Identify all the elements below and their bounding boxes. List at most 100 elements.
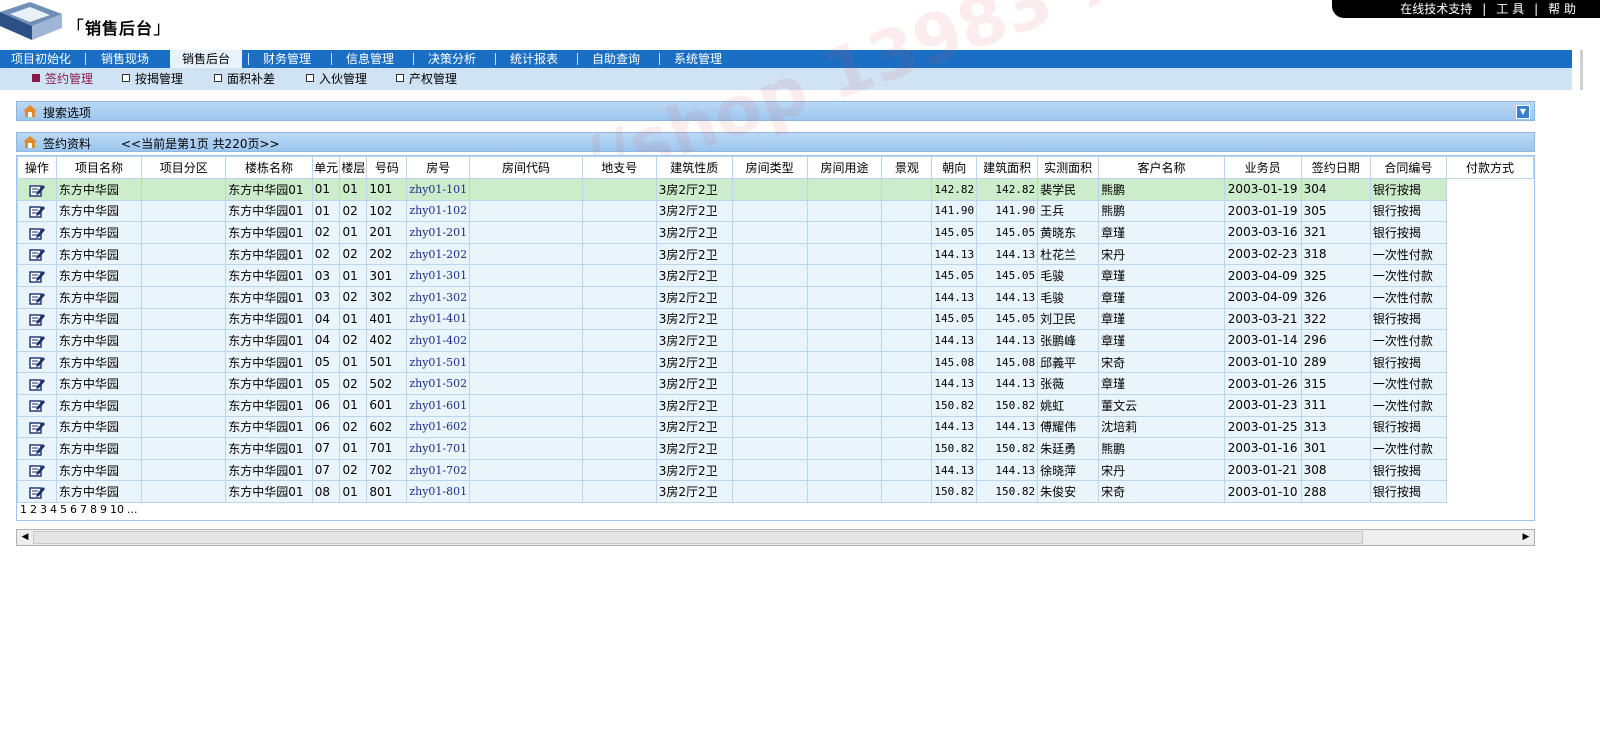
subnav-contract[interactable]: 签约管理 <box>32 71 93 87</box>
support-link[interactable]: 在线技术支持 <box>1400 0 1472 18</box>
table-row[interactable]: 东方中华园 东方中华园01 05 02 502 zhy01-502 3房2厅2卫 144.13… <box>17 372 1534 395</box>
cell-code[interactable]: zhy01-501 <box>406 350 471 374</box>
page-link[interactable]: ... <box>127 503 138 516</box>
page-link[interactable]: 5 <box>60 503 67 516</box>
cell-code[interactable]: zhy01-502 <box>406 372 471 395</box>
table-row[interactable]: 东方中华园 东方中华园01 07 01 701 zhy01-701 3房2厅2卫 150.82… <box>17 437 1534 460</box>
cell-code[interactable]: zhy01-201 <box>406 221 471 244</box>
table-row[interactable]: 东方中华园 东方中华园01 05 01 501 zhy01-501 3房2厅2卫 145.08… <box>17 350 1534 374</box>
table-row[interactable]: 东方中华园 东方中华园01 07 02 702 zhy01-702 3房2厅2卫 144.13… <box>17 458 1534 482</box>
page-link[interactable]: 1 <box>20 503 27 516</box>
cell-nature <box>581 437 657 460</box>
window-scrollbar[interactable] <box>1572 50 1600 90</box>
edit-icon[interactable] <box>29 247 45 262</box>
nav-item-sales-site[interactable]: 销售现场 <box>88 50 162 68</box>
cell-measured: 144.13 <box>976 458 1039 482</box>
cell-code[interactable]: zhy01-101 <box>406 178 471 201</box>
table-row[interactable]: 东方中华园 东方中华园01 04 01 401 zhy01-401 3房2厅2卫 145.05… <box>17 307 1534 331</box>
nav-item-finance[interactable]: 财务管理 <box>250 50 324 68</box>
nav-item-reports[interactable]: 统计报表 <box>497 50 571 68</box>
home-icon <box>23 105 37 117</box>
subnav-area-adjust[interactable]: 面积补差 <box>214 71 275 87</box>
nav-item-self-query[interactable]: 自助查询 <box>579 50 653 68</box>
table-row[interactable]: 东方中华园 东方中华园01 06 01 601 zhy01-601 3房2厅2卫 150.82… <box>17 393 1534 417</box>
page-link[interactable]: 4 <box>50 503 57 516</box>
tools-link[interactable]: 工 具 <box>1496 0 1524 18</box>
cell-type: 3房2厅2卫 <box>655 437 733 460</box>
table-row[interactable]: 东方中华园 东方中华园01 06 02 602 zhy01-602 3房2厅2卫 144.13… <box>17 415 1534 439</box>
row-action-cell <box>17 285 57 309</box>
app-title: 「销售后台」 <box>66 18 173 39</box>
page-link[interactable]: 2 <box>30 503 37 516</box>
scroll-right-icon[interactable]: ▶ <box>1520 532 1532 543</box>
nav-item-sales-backend[interactable]: 销售后台 <box>170 50 242 68</box>
cell-code[interactable]: zhy01-402 <box>406 329 471 352</box>
edit-icon[interactable] <box>29 204 45 218</box>
edit-icon[interactable] <box>29 463 45 477</box>
scroll-thumb[interactable] <box>33 531 1363 544</box>
edit-icon[interactable] <box>29 334 45 348</box>
nav-item-project-init[interactable]: 项目初始化 <box>4 50 78 68</box>
page-link[interactable]: 8 <box>90 503 97 516</box>
cell-area: 144.13 <box>931 285 978 309</box>
edit-icon[interactable] <box>29 398 45 413</box>
table-row[interactable]: 东方中华园 东方中华园01 08 01 801 zhy01-801 3房2厅2卫 150.82… <box>17 480 1534 503</box>
table-row[interactable]: 东方中华园 东方中华园01 04 02 402 zhy01-402 3房2厅2卫 144.13… <box>17 329 1534 352</box>
cell-code[interactable]: zhy01-302 <box>406 285 471 309</box>
cell-code[interactable]: zhy01-102 <box>406 199 471 223</box>
page-link[interactable]: 7 <box>80 503 87 516</box>
cell-number: 502 <box>366 372 408 395</box>
cell-zone <box>141 329 227 352</box>
page-link[interactable]: 3 <box>40 503 47 516</box>
cell-nature <box>581 350 657 374</box>
cell-code[interactable]: zhy01-701 <box>406 437 471 460</box>
edit-icon[interactable] <box>29 226 45 240</box>
edit-icon[interactable] <box>29 377 45 391</box>
help-link[interactable]: 帮 助 <box>1548 0 1576 18</box>
edit-icon[interactable] <box>29 291 45 305</box>
table-row[interactable]: 东方中华园 东方中华园01 03 02 302 zhy01-302 3房2厅2卫 144.13… <box>17 285 1534 309</box>
cell-code[interactable]: zhy01-601 <box>406 393 471 417</box>
edit-icon[interactable] <box>29 269 45 283</box>
horizontal-scrollbar[interactable]: ◀ ▶ <box>16 529 1535 546</box>
cell-code[interactable]: zhy01-602 <box>406 415 471 439</box>
subnav-property-rights[interactable]: 产权管理 <box>396 71 457 87</box>
page-link[interactable]: 6 <box>70 503 77 516</box>
cell-contract: 296 <box>1300 329 1371 352</box>
collapse-toggle-icon[interactable]: ▼ <box>1516 105 1530 119</box>
cell-code[interactable]: zhy01-202 <box>406 242 471 266</box>
edit-icon[interactable] <box>29 312 45 326</box>
table-row[interactable]: 东方中华园 东方中华园01 02 02 202 zhy01-202 3房2厅2卫 144.13… <box>17 242 1534 266</box>
cell-code[interactable]: zhy01-801 <box>406 480 471 503</box>
edit-icon[interactable] <box>29 355 45 369</box>
cell-date: 2003-01-10 <box>1223 350 1302 374</box>
page-link[interactable]: 10 <box>110 503 124 516</box>
edit-icon[interactable] <box>29 420 45 434</box>
nav-item-info[interactable]: 信息管理 <box>333 50 407 68</box>
subnav-move-in[interactable]: 入伙管理 <box>306 71 367 87</box>
nav-item-system[interactable]: 系统管理 <box>661 50 735 68</box>
cell-code[interactable]: zhy01-401 <box>406 307 471 331</box>
cell-code[interactable]: zhy01-301 <box>406 264 471 287</box>
edit-icon[interactable] <box>29 442 45 456</box>
scroll-left-icon[interactable]: ◀ <box>19 532 31 543</box>
nav-item-decision[interactable]: 决策分析 <box>415 50 489 68</box>
cell-branch <box>469 480 583 503</box>
table-row[interactable]: 东方中华园 东方中华园01 01 02 102 zhy01-102 3房2厅2卫 141.90… <box>17 199 1534 223</box>
cell-view <box>806 437 883 460</box>
column-header: 房号 <box>406 156 471 179</box>
cell-usage <box>731 199 808 223</box>
table-row[interactable]: 东方中华园 东方中华园01 02 01 201 zhy01-201 3房2厅2卫 145.05… <box>17 221 1534 244</box>
search-options-bar[interactable]: 搜索选项 ▼ <box>16 101 1535 121</box>
cell-date: 2003-01-10 <box>1223 480 1302 503</box>
cell-type: 3房2厅2卫 <box>655 329 733 352</box>
cell-zone <box>141 264 227 287</box>
cell-branch <box>469 437 583 460</box>
table-row[interactable]: 东方中华园 东方中华园01 01 01 101 zhy01-101 3房2厅2卫 142.82… <box>17 178 1534 201</box>
subnav-mortgage[interactable]: 按揭管理 <box>122 71 183 87</box>
page-link[interactable]: 9 <box>100 503 107 516</box>
cell-code[interactable]: zhy01-702 <box>406 458 471 482</box>
table-row[interactable]: 东方中华园 东方中华园01 03 01 301 zhy01-301 3房2厅2卫 145.05… <box>17 264 1534 287</box>
edit-icon[interactable] <box>29 183 45 197</box>
edit-icon[interactable] <box>29 485 45 499</box>
